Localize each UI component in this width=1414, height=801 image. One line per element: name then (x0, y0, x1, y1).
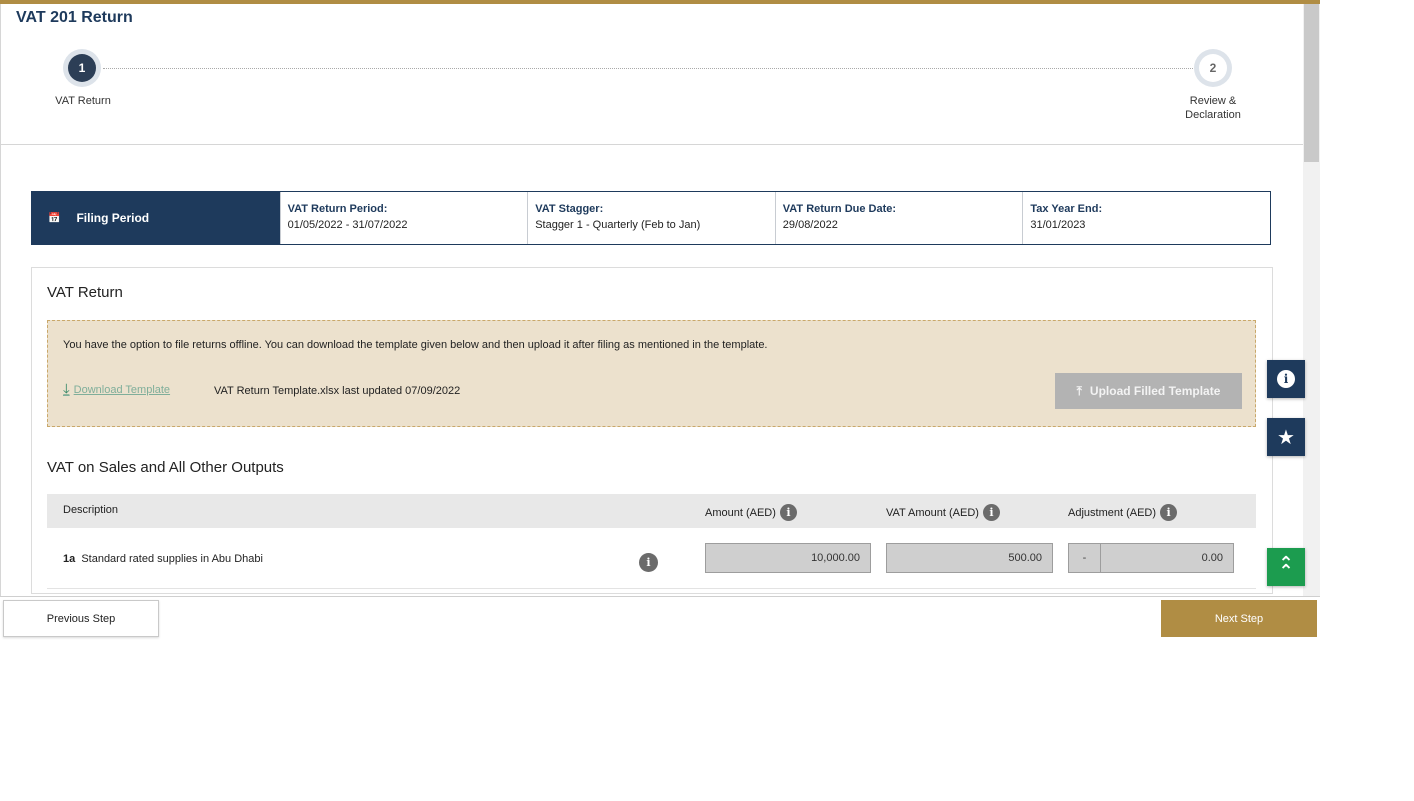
filing-period-title: Filing Period (76, 211, 150, 225)
offline-filing-notice: You have the option to file returns offl… (47, 320, 1256, 427)
previous-step-button[interactable]: Previous Step (3, 600, 159, 637)
column-amount-label: Amount (AED) (705, 506, 776, 519)
row-info-icon[interactable]: i (639, 553, 658, 572)
filing-period-header: 📅 Filing Period (32, 192, 280, 244)
offline-message: You have the option to file returns offl… (63, 339, 768, 351)
next-step-button[interactable]: Next Step (1161, 600, 1317, 637)
calendar-icon: 📅 (48, 212, 61, 224)
adjustment-sign-select[interactable]: - (1068, 543, 1101, 573)
column-amount: Amount (AED) i (705, 504, 797, 521)
info-icon[interactable]: i (1160, 504, 1178, 521)
table-row: 1a Standard rated supplies in Abu Dhabi … (47, 528, 1256, 589)
filing-field-return-period: VAT Return Period: 01/05/2022 - 31/07/20… (279, 192, 528, 244)
info-icon: i (1277, 370, 1295, 388)
column-adjustment-label: Adjustment (AED) (1068, 506, 1157, 519)
step-1-label: VAT Return (55, 95, 111, 107)
column-description: Description (63, 504, 118, 516)
filing-field-value: 01/05/2022 - 31/07/2022 (287, 219, 408, 231)
upload-button-label: Upload Filled Template (1089, 384, 1221, 398)
step-2-label-text: Review & Declaration (1185, 95, 1241, 121)
column-description-label: Description (63, 504, 119, 516)
info-icon[interactable]: i (779, 504, 797, 521)
step-2-label: Review & Declaration (1168, 94, 1258, 122)
favorite-side-button[interactable]: ★ (1267, 418, 1305, 456)
info-icon[interactable]: i (639, 553, 658, 572)
double-chevron-up-icon: ⌃ ⌃ (1278, 554, 1294, 581)
filing-field-value: 29/08/2022 (782, 219, 838, 231)
step-2-indicator[interactable]: 2 (1199, 54, 1227, 82)
template-info: VAT Return Template.xlsx last updated 07… (214, 385, 461, 397)
filing-field-stagger: VAT Stagger: Stagger 1 - Quarterly (Feb … (527, 192, 775, 244)
filing-field-tax-year-end: Tax Year End: 31/01/2023 (1022, 192, 1270, 244)
amount-field[interactable]: 10,000.00 (705, 543, 871, 573)
vat-return-title: VAT Return (47, 284, 123, 301)
filing-field-value: 31/01/2023 (1030, 219, 1086, 231)
scroll-top-button[interactable]: ⌃ ⌃ (1267, 548, 1305, 586)
page-title: VAT 201 Return (16, 9, 133, 26)
vat-return-app: VAT 201 Return 1 VAT Return 2 Review & D… (0, 0, 1320, 801)
column-adjustment: Adjustment (AED) i (1068, 504, 1178, 521)
filing-field-due-date: VAT Return Due Date: 29/08/2022 (774, 192, 1023, 244)
header-divider (0, 144, 1303, 145)
row-code: 1a (63, 553, 76, 565)
filing-period-bar: 📅 Filing Period VAT Return Period: 01/05… (31, 191, 1271, 245)
download-template-link[interactable]: ⤓ Download Template (63, 381, 170, 398)
scrollbar-thumb[interactable] (1304, 4, 1319, 162)
stepper-connector (103, 68, 1193, 69)
adjustment-field[interactable]: 0.00 (1100, 543, 1234, 573)
row-label-text: Standard rated supplies in Abu Dhabi (81, 553, 263, 565)
column-vat-amount: VAT Amount (AED) i (886, 504, 1000, 521)
filing-field-value: Stagger 1 - Quarterly (Feb to Jan) (535, 219, 701, 231)
step-1-indicator[interactable]: 1 (68, 54, 96, 82)
star-icon: ★ (1277, 426, 1295, 449)
info-icon[interactable]: i (982, 504, 1000, 521)
chevron-up-icon: ⌃ (1278, 561, 1294, 581)
info-side-button[interactable]: i (1267, 360, 1305, 398)
sales-section-title: VAT on Sales and All Other Outputs (47, 459, 284, 476)
filing-field-label: Tax Year End: (1030, 203, 1103, 215)
row-description: 1a Standard rated supplies in Abu Dhabi (63, 553, 263, 565)
filing-field-label: VAT Return Period: (287, 203, 388, 215)
column-vat-amount-label: VAT Amount (AED) (886, 506, 979, 519)
sales-table-header: Description Amount (AED) i VAT Amount (A… (47, 494, 1256, 528)
upload-icon: ⤒ (1076, 383, 1082, 398)
footer-divider (0, 596, 1320, 597)
upload-filled-template-button[interactable]: ⤒ Upload Filled Template (1055, 373, 1242, 409)
filing-field-label: VAT Stagger: (535, 203, 604, 215)
vat-amount-field[interactable]: 500.00 (886, 543, 1053, 573)
filing-field-label: VAT Return Due Date: (782, 203, 897, 215)
download-template-label: Download Template (73, 383, 171, 396)
download-icon: ⤓ (63, 381, 70, 398)
